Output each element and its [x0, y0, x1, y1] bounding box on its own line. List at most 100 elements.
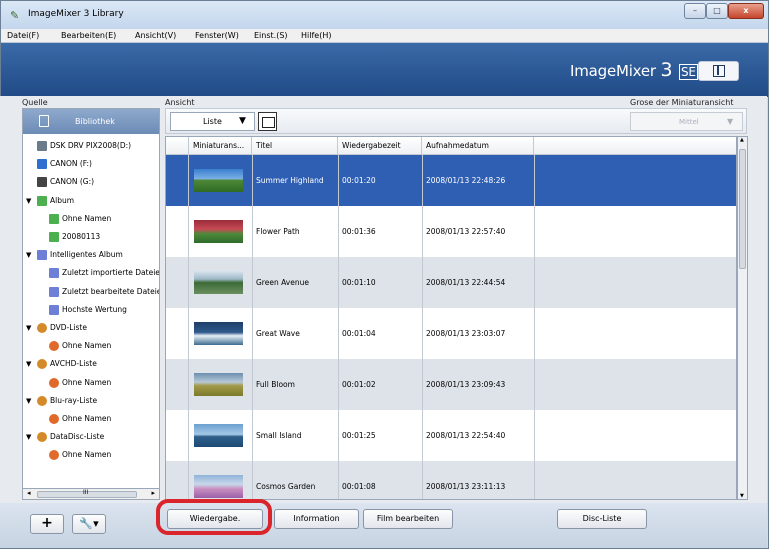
tools-menu-button[interactable]: 🔧▾ — [72, 514, 106, 534]
thumb-size-select[interactable]: Mittel ▼ — [630, 112, 743, 131]
source-tree: Bibliothek DSK DRV PIX2008(D:) CANON (F:)… — [22, 108, 160, 500]
tree-item[interactable]: Hochste Wertung — [23, 301, 159, 319]
header-duration[interactable]: Wiedergabezeit — [338, 137, 422, 155]
expand-triangle-icon[interactable]: ▼ — [26, 355, 31, 373]
tree-item[interactable]: Ohne Namen — [23, 210, 159, 228]
video-thumbnail[interactable] — [194, 373, 243, 396]
scroll-right-icon[interactable]: ▸ — [151, 489, 155, 497]
video-thumbnail[interactable] — [194, 220, 243, 243]
expand-triangle-icon[interactable]: ▼ — [26, 319, 31, 337]
table-row[interactable]: Great Wave 00:01:04 2008/01/13 23:03:07 — [166, 308, 736, 359]
column-divider — [534, 308, 535, 359]
tree-item-label: Ohne Namen — [62, 341, 112, 351]
tree-item[interactable]: Zuletzt importierte Dateien — [23, 264, 159, 282]
expand-triangle-icon[interactable]: ▼ — [26, 392, 31, 410]
maximize-button[interactable]: □ — [706, 3, 728, 19]
tree-item[interactable]: ▼ DataDisc-Liste — [23, 428, 159, 446]
column-divider — [534, 410, 535, 461]
source-heading: Quelle — [22, 98, 48, 107]
table-row[interactable]: Full Bloom 00:01:02 2008/01/13 23:09:43 — [166, 359, 736, 410]
thumbnail-view-button[interactable] — [258, 112, 277, 131]
column-divider — [338, 359, 339, 410]
thumb-size-heading: Grose der Miniaturansicht — [630, 98, 734, 107]
row-gutter — [166, 410, 189, 461]
table-row[interactable]: Flower Path 00:01:36 2008/01/13 22:57:40 — [166, 206, 736, 257]
column-divider — [422, 308, 423, 359]
expand-triangle-icon[interactable]: ▼ — [26, 428, 31, 446]
minimize-button[interactable]: – — [684, 3, 706, 19]
menu-hilfe[interactable]: Hilfe(H) — [301, 31, 331, 40]
scroll-left-icon[interactable]: ◂ — [27, 489, 31, 497]
view-toolbar: Liste ▼ Mittel ▼ — [165, 108, 747, 134]
header-thumbnail[interactable]: Miniaturans... — [189, 137, 252, 155]
menu-fenster[interactable]: Fenster(W) — [195, 31, 239, 40]
edit-movie-button[interactable]: Film bearbeiten — [363, 509, 453, 529]
scroll-up-icon[interactable]: ▲ — [740, 137, 744, 143]
row-date: 2008/01/13 23:03:07 — [426, 329, 506, 338]
tree-item[interactable]: ▼ AVCHD-Liste — [23, 355, 159, 373]
video-thumbnail[interactable] — [194, 271, 243, 294]
header-date[interactable]: Aufnahmedatum — [422, 137, 534, 155]
view-mode-select[interactable]: Liste ▼ — [170, 112, 255, 131]
drive-icon — [37, 141, 47, 151]
sidebar-horizontal-scrollbar[interactable]: ◂ III ▸ — [22, 488, 160, 500]
table-vertical-scrollbar[interactable]: ▲ ▼ — [737, 136, 748, 500]
column-divider — [338, 206, 339, 257]
expand-triangle-icon[interactable]: ▼ — [26, 192, 31, 210]
menu-ansicht[interactable]: Ansicht(V) — [135, 31, 176, 40]
column-divider — [252, 359, 253, 410]
column-divider — [422, 206, 423, 257]
table-row[interactable]: Green Avenue 00:01:10 2008/01/13 22:44:54 — [166, 257, 736, 308]
library-tab[interactable]: Bibliothek — [23, 109, 159, 134]
tree-item[interactable]: 20080113 — [23, 228, 159, 246]
expand-triangle-icon[interactable]: ▼ — [26, 246, 31, 264]
album-icon — [49, 232, 59, 242]
tree-item[interactable]: Zuletzt bearbeitete Dateien — [23, 283, 159, 301]
column-divider — [422, 257, 423, 308]
disc-list-button[interactable]: Disc-Liste — [557, 509, 647, 529]
row-gutter — [166, 359, 189, 410]
table-row[interactable]: Cosmos Garden 00:01:08 2008/01/13 23:11:13 — [166, 461, 736, 499]
information-button[interactable]: Information — [274, 509, 359, 529]
column-divider — [534, 257, 535, 308]
tree-item[interactable]: Ohne Namen — [23, 410, 159, 428]
video-thumbnail[interactable] — [194, 322, 243, 345]
tree-item[interactable]: ▼ DVD-Liste — [23, 319, 159, 337]
menu-einst[interactable]: Einst.(S) — [254, 31, 288, 40]
column-divider — [252, 461, 253, 499]
tree-item-label: Zuletzt importierte Dateien — [62, 268, 159, 278]
add-button[interactable]: + — [30, 514, 64, 534]
column-divider — [534, 206, 535, 257]
menu-bearbeiten[interactable]: Bearbeiten(E) — [61, 31, 116, 40]
tree-item[interactable]: ▼ Album — [23, 192, 159, 210]
header-title[interactable]: Titel — [252, 137, 338, 155]
tree-item[interactable]: Ohne Namen — [23, 337, 159, 355]
menu-datei[interactable]: Datei(F) — [7, 31, 39, 40]
tree-item[interactable]: Ohne Namen — [23, 374, 159, 392]
table-row[interactable]: Small Island 00:01:25 2008/01/13 22:54:40 — [166, 410, 736, 461]
video-thumbnail[interactable] — [194, 424, 243, 447]
tree-item[interactable]: ▼ Intelligentes Album — [23, 246, 159, 264]
tree-item[interactable]: Ohne Namen — [23, 446, 159, 464]
layout-toggle-button[interactable] — [698, 61, 739, 81]
video-thumbnail[interactable] — [194, 475, 243, 498]
video-thumbnail[interactable] — [194, 169, 243, 192]
tree-item[interactable]: DSK DRV PIX2008(D:) — [23, 137, 159, 155]
close-button[interactable]: x — [728, 3, 764, 19]
tree-item[interactable]: CANON (G:) — [23, 173, 159, 191]
table-row[interactable]: Summer Highland 00:01:20 2008/01/13 22:48:… — [166, 155, 736, 206]
tree-item-label: Hochste Wertung — [62, 304, 127, 314]
tree-item[interactable]: CANON (F:) — [23, 155, 159, 173]
table-header: Miniaturans... Titel Wiedergabezeit Aufn… — [166, 137, 736, 155]
tree-item[interactable]: ▼ Blu-ray-Liste — [23, 392, 159, 410]
tree-item-label: DSK DRV PIX2008(D:) — [50, 141, 132, 150]
scroll-grip: III — [83, 489, 89, 496]
dropdown-arrow-icon: ▼ — [727, 117, 734, 126]
scroll-thumb[interactable] — [739, 149, 746, 269]
row-duration: 00:01:02 — [342, 380, 376, 389]
app-icon: ✎ — [10, 9, 20, 22]
brand-edition: SE — [678, 64, 698, 80]
scroll-down-icon[interactable]: ▼ — [740, 493, 744, 499]
row-title: Green Avenue — [256, 278, 309, 287]
media-table: Miniaturans... Titel Wiedergabezeit Aufn… — [165, 136, 737, 500]
